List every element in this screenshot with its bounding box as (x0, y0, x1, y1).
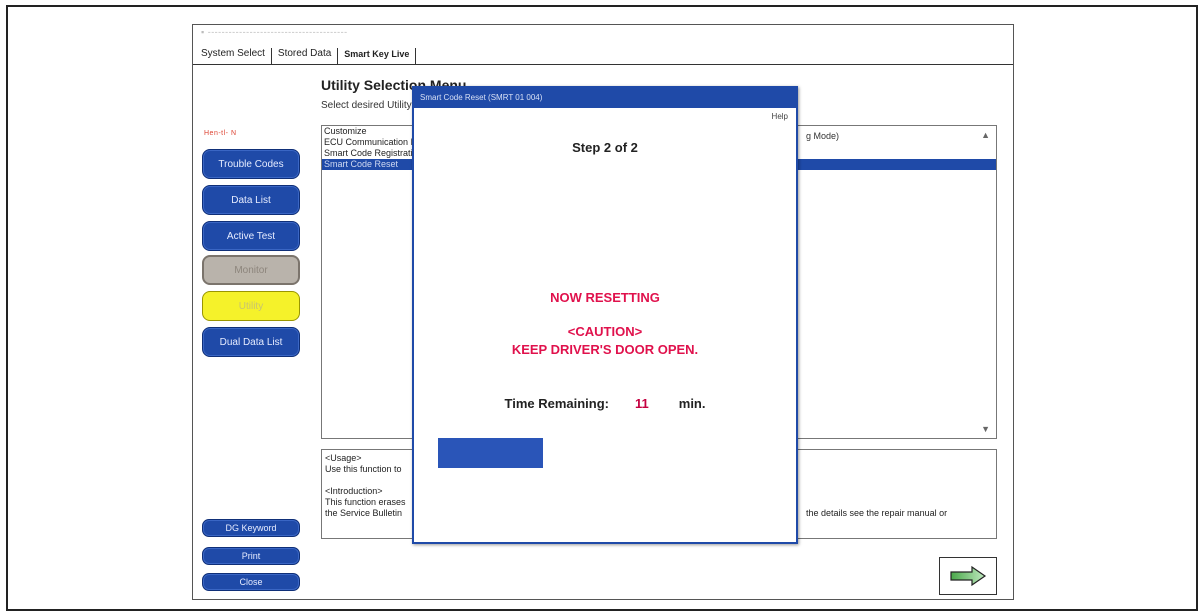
caution-message: KEEP DRIVER'S DOOR OPEN. (511, 342, 699, 357)
data-list-button[interactable]: Data List (202, 185, 300, 215)
app-title: ▪ ‑‑‑‑‑‑‑‑‑‑‑‑‑‑‑‑‑‑‑‑‑‑‑‑‑‑‑‑‑‑‑‑‑‑‑‑‑‑… (201, 27, 348, 37)
progress-bar (438, 438, 778, 468)
time-remaining-value: 11 (635, 396, 649, 411)
help-link[interactable]: Help (772, 112, 788, 121)
trouble-codes-button[interactable]: Trouble Codes (202, 149, 300, 179)
page-subtitle: Select desired Utility (321, 100, 412, 111)
close-button[interactable]: Close (202, 573, 300, 591)
dg-keyword-button[interactable]: DG Keyword (202, 519, 300, 537)
time-remaining-label: Time Remaining: (504, 396, 610, 411)
scroll-down-arrow-icon[interactable]: ▼ (981, 424, 990, 434)
tab-stored-data[interactable]: Stored Data (278, 48, 339, 64)
smart-code-reset-dialog: Smart Code Reset (SMRT 01 004) Help Step… (412, 86, 798, 544)
time-remaining-row: Time Remaining: 11 min. (414, 396, 796, 411)
utility-button[interactable]: Utility (202, 291, 300, 321)
monitor-button[interactable]: Monitor (202, 255, 300, 285)
arrow-right-icon (950, 565, 987, 587)
status-message: NOW RESETTING (550, 290, 660, 305)
caution-header: <CAUTION> (567, 324, 643, 339)
tab-smart-key-live[interactable]: Smart Key Live (344, 48, 417, 64)
active-test-button[interactable]: Active Test (202, 221, 300, 251)
progress-bar-fill (438, 438, 544, 468)
time-remaining-unit: min. (678, 396, 706, 411)
dual-data-list-button[interactable]: Dual Data List (202, 327, 300, 357)
list-item-truncated-text: g Mode) (806, 131, 840, 141)
tab-bar: System Select Stored Data Smart Key Live (193, 41, 1013, 65)
tab-system-select[interactable]: System Select (201, 48, 272, 64)
description-tail-text: the details see the repair manual or (806, 508, 948, 518)
step-indicator: Step 2 of 2 (572, 140, 638, 155)
sidebar-label: Hen‑tl‑ N (204, 130, 237, 137)
dialog-title: Smart Code Reset (SMRT 01 004) (414, 88, 796, 108)
scroll-up-arrow-icon[interactable]: ▲ (981, 130, 990, 140)
next-button[interactable] (939, 557, 997, 595)
print-button[interactable]: Print (202, 547, 300, 565)
